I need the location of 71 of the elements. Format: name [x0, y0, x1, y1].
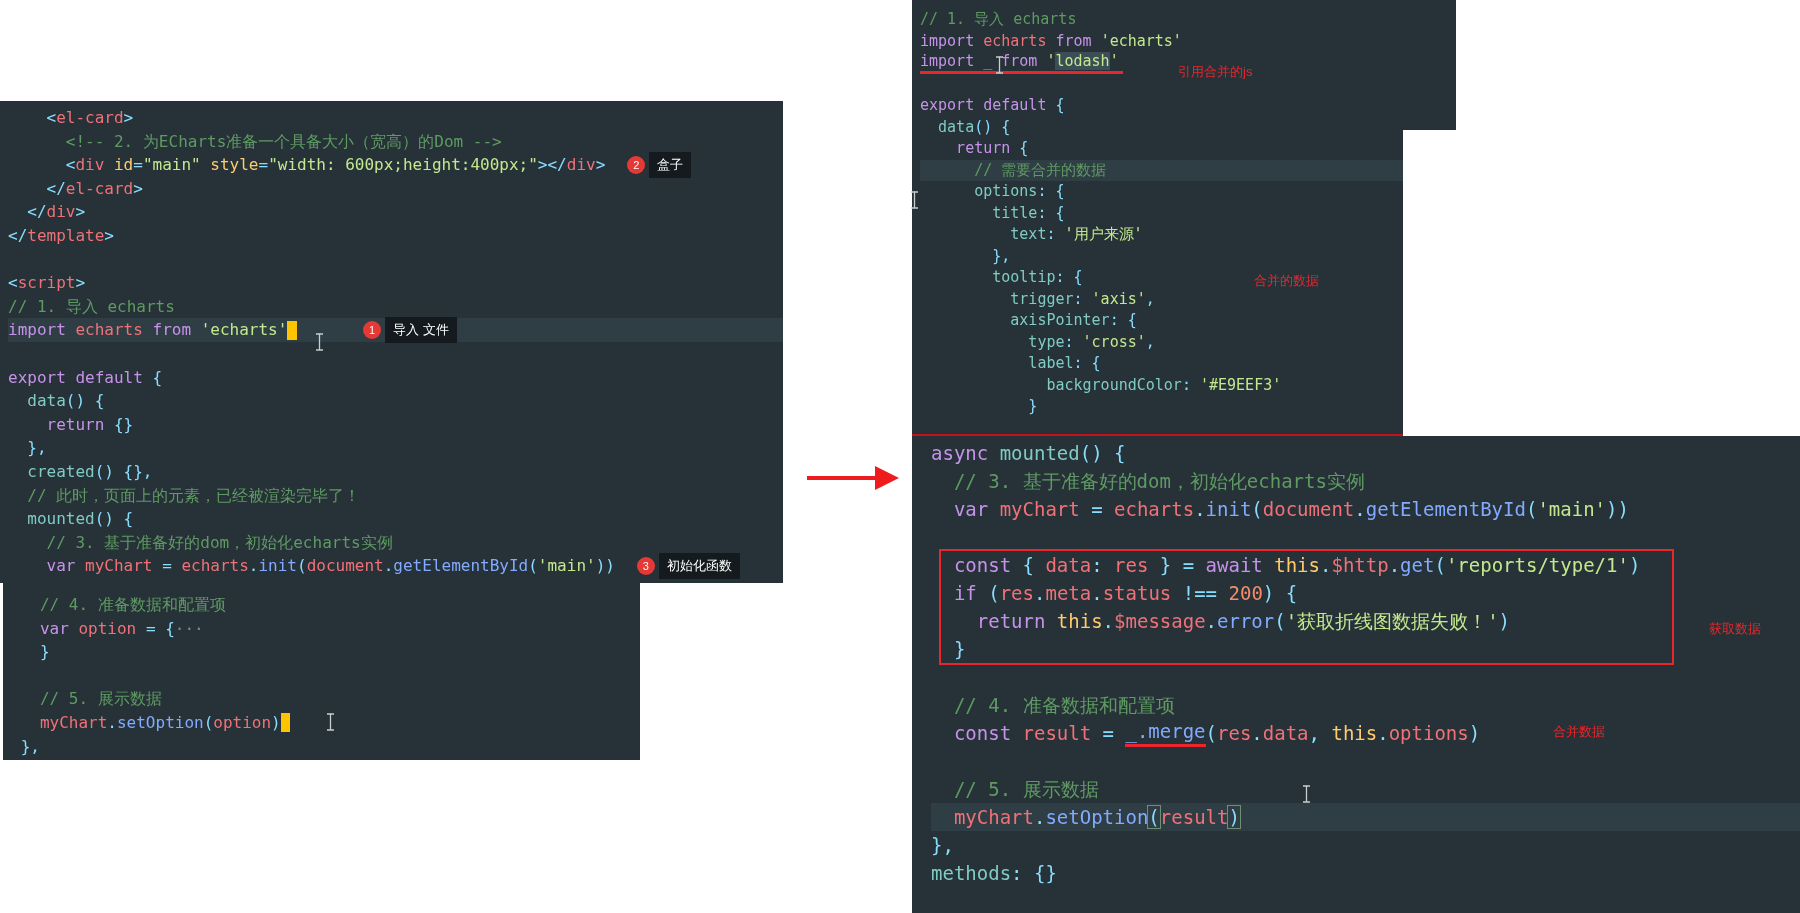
- code-line: <!-- 2. 为ECharts准备一个具备大小（宽高）的Dom -->: [64, 130, 502, 153]
- code-line: },: [991, 245, 1011, 267]
- ibeam-cursor-icon: [326, 713, 335, 731]
- annotation-note: 引用合并的js: [1178, 63, 1253, 81]
- code-line: mounted() {: [26, 508, 134, 531]
- code-line: // 4. 准备数据和配置项: [952, 693, 1175, 718]
- text-cursor: [280, 713, 291, 733]
- code-line: tooltip: {: [991, 267, 1083, 288]
- code-line: // 1. 导入 echarts: [920, 9, 1077, 30]
- code-line: const { data: res } = await this.$http.get('reports/type/1'): [952, 553, 1641, 578]
- code-line: // 3. 基于准备好的dom，初始化echarts实例: [952, 469, 1365, 494]
- code-line: // 需要合并的数据: [973, 159, 1107, 181]
- code-line: <script>: [8, 272, 86, 295]
- ibeam-cursor-icon: [910, 191, 919, 209]
- code-line: return {: [955, 138, 1029, 159]
- code-line: },: [931, 833, 954, 858]
- code-line: var myChart = echarts.init(document.getElementById('main')): [952, 497, 1629, 522]
- code-line: trigger: 'axis',: [1009, 288, 1155, 310]
- code-line: <el-card>: [45, 107, 134, 129]
- right-arrow-icon: [807, 466, 899, 490]
- code-line: text: '用户来源': [1009, 224, 1143, 245]
- code-line: import echarts from 'echarts': [8, 319, 288, 342]
- annotation-note: 合并的数据: [1254, 272, 1319, 290]
- code-line: // 5. 展示数据: [952, 777, 1099, 802]
- code-line: return {}: [45, 413, 134, 436]
- code-line: data() {: [937, 116, 1011, 138]
- code-line: // 5. 展示数据: [38, 688, 162, 711]
- code-line: },: [26, 437, 47, 460]
- code-line: }: [38, 641, 50, 664]
- code-line: var myChart = echarts.init(document.getElementById('main')): [45, 555, 615, 578]
- code-line: type: 'cross',: [1027, 331, 1155, 353]
- ibeam-cursor-icon: [315, 333, 324, 351]
- code-line: </div>: [26, 201, 86, 224]
- code-line: export default {: [920, 95, 1065, 116]
- code-line: import echarts from 'echarts': [920, 30, 1182, 52]
- code-line: // 3. 基于准备好的dom，初始化echarts实例: [45, 531, 393, 554]
- callout-label: 盒子: [649, 152, 692, 178]
- code-line: data() {: [26, 390, 105, 413]
- code-line: // 4. 准备数据和配置项: [38, 594, 226, 616]
- callout-label: 初始化函数: [658, 553, 740, 580]
- code-line: // 此时，页面上的元素，已经被渲染完毕了！: [26, 484, 361, 507]
- code-line: // 1. 导入 echarts: [8, 295, 175, 318]
- code-line: options: {: [973, 181, 1065, 202]
- callout-label: 导入 文件: [384, 317, 457, 344]
- code-line: }: [1027, 396, 1038, 417]
- code-line: import _ from 'lodash': [920, 52, 1123, 74]
- code-line: title: {: [991, 202, 1065, 224]
- code-line: },: [19, 735, 40, 758]
- code-line: created() {},: [26, 460, 153, 483]
- code-line: if (res.meta.status !== 200) {: [952, 581, 1298, 606]
- code-line: export default {: [8, 366, 163, 389]
- code-line: methods: {}: [931, 861, 1057, 886]
- code-line: </el-card>: [45, 177, 143, 200]
- annotation-note: 合并数据: [1553, 723, 1605, 741]
- code-line: <div id="main" style="width: 600px;height:400px;"></div>: [64, 154, 606, 177]
- code-line: label: {: [1027, 353, 1101, 374]
- code-line: myChart.setOption(option): [38, 711, 281, 734]
- code-line: return this.$message.error('获取折线图数据失败！'): [975, 609, 1511, 634]
- code-line: backgroundColor: '#E9EEF3': [1045, 374, 1282, 396]
- code-line: async mounted() {: [931, 441, 1126, 466]
- code-line: }: [952, 637, 966, 662]
- ibeam-cursor-icon: [1302, 785, 1311, 803]
- code-line: </template>: [8, 224, 114, 247]
- code-line: const result = _.merge(res.data, this.options): [931, 719, 1481, 747]
- code-line: var option = {···: [38, 617, 204, 640]
- annotation-note: 获取数据: [1709, 620, 1761, 638]
- ibeam-cursor-icon: [995, 56, 1004, 74]
- code-line: axisPointer: {: [1009, 310, 1137, 331]
- text-cursor: [287, 320, 297, 340]
- step-badge: 1: [362, 321, 381, 340]
- code-line: myChart.setOption(result): [952, 805, 1240, 830]
